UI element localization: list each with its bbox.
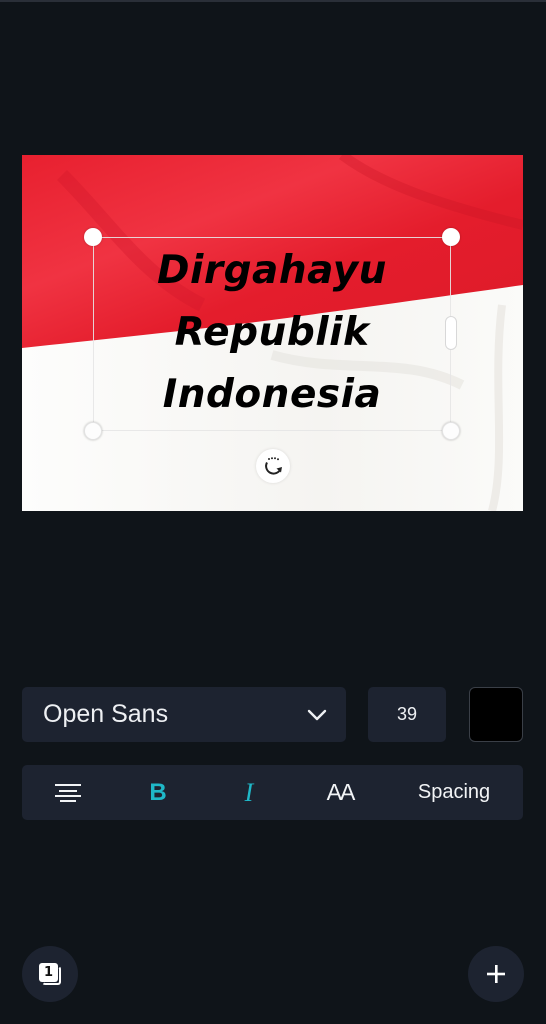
page-count: 1 — [39, 963, 58, 982]
align-center-icon — [55, 783, 81, 802]
resize-handle-bottom-right[interactable] — [442, 422, 460, 440]
align-button[interactable] — [46, 765, 90, 820]
plus-icon — [487, 965, 505, 983]
font-family-value: Open Sans — [43, 700, 169, 728]
bold-button[interactable]: B — [138, 765, 178, 820]
headline-line-1: Dirgahayu — [157, 248, 387, 293]
font-family-dropdown[interactable]: Open Sans — [22, 687, 346, 742]
top-divider — [0, 0, 546, 2]
italic-button[interactable]: I — [229, 765, 269, 820]
resize-handle-right[interactable] — [445, 316, 457, 350]
headline-line-2: Republik — [174, 310, 370, 355]
resize-handle-bottom-left[interactable] — [84, 422, 102, 440]
add-button[interactable] — [468, 946, 524, 1002]
headline-line-3: Indonesia — [162, 372, 382, 417]
pages-button[interactable]: 1 — [22, 946, 78, 1002]
text-case-button[interactable]: AA — [314, 765, 366, 820]
rotate-icon — [265, 457, 282, 475]
font-size-input[interactable]: 39 — [368, 687, 446, 742]
rotate-button[interactable] — [256, 449, 290, 483]
spacing-button[interactable]: Spacing — [407, 765, 501, 820]
resize-handle-top-right[interactable] — [442, 228, 460, 246]
headline-text[interactable]: Dirgahayu Republik Indonesia — [93, 240, 451, 426]
pages-icon: 1 — [39, 963, 61, 985]
text-format-bar: B I AA Spacing — [22, 765, 523, 820]
chevron-down-icon — [307, 709, 327, 720]
resize-handle-top-left[interactable] — [84, 228, 102, 246]
text-color-swatch[interactable] — [469, 687, 523, 742]
